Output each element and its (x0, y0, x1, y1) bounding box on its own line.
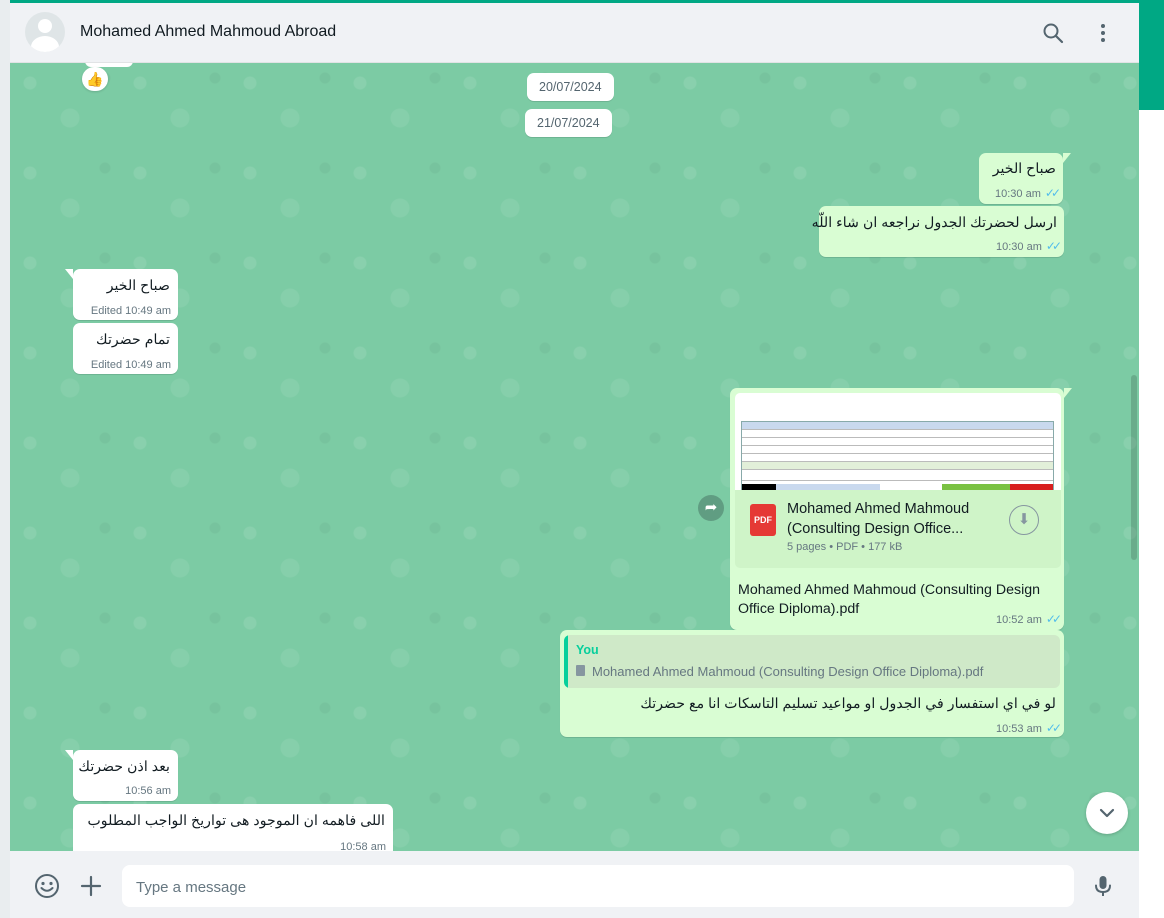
document-meta: 5 pages • PDF • 177 kB (787, 541, 903, 553)
date-chip: 20/07/2024 (527, 73, 614, 101)
preview-row (742, 462, 1053, 470)
message-time: 10:56 am (125, 785, 171, 797)
quoted-message[interactable]: You Mohamed Ahmed Mahmoud (Consulting De… (564, 635, 1060, 688)
message-bubble-incoming[interactable]: بعد اذن حضرتك 10:56 am (65, 750, 178, 801)
message-bubble-outgoing[interactable]: ارسل لحضرتك الجدول نراجعه ان شاء اللّه 1… (812, 206, 1064, 257)
message-text: اللى فاهمه ان الموجود هى تواريخ الواجب ا… (87, 813, 385, 829)
message-text: بعد اذن حضرتك (78, 759, 170, 775)
message-input[interactable] (134, 865, 1058, 909)
left-panel-edge (0, 0, 10, 918)
message-text: تمام حضرتك (95, 332, 170, 348)
chat-header[interactable]: Mohamed Ahmed Mahmoud Abroad (10, 3, 1139, 63)
scroll-to-bottom-button[interactable] (1086, 792, 1128, 834)
bubble-tail (65, 750, 73, 760)
message-time: 10:53 am (996, 723, 1042, 735)
pdf-icon: PDF (750, 504, 776, 536)
read-ticks-icon: ✓✓ (1045, 612, 1062, 626)
message-bubble-incoming[interactable]: اللى فاهمه ان الموجود هى تواريخ الواجب ا… (73, 804, 393, 851)
bubble-tail (65, 269, 73, 279)
preview-row (742, 454, 1053, 462)
document-preview-thumbnail[interactable] (735, 393, 1061, 490)
quote-accent-bar (564, 635, 568, 688)
message-time: 10:52 am (996, 614, 1042, 626)
message-input-wrapper[interactable] (122, 865, 1074, 909)
message-bubble-incoming[interactable]: تمام حضرتك Edited 10:49 am (73, 323, 178, 374)
attach-plus-icon[interactable] (78, 873, 104, 899)
reaction-badge[interactable]: 👍 (82, 67, 108, 91)
message-time: Edited 10:49 am (90, 305, 171, 317)
message-meta: 10:53 am ✓✓ (996, 721, 1062, 735)
message-time: 10:30 am (996, 241, 1042, 253)
bubble-tail (1064, 388, 1072, 398)
message-bubble-document[interactable]: PDF Mohamed Ahmed Mahmoud (Consulting De… (730, 388, 1072, 630)
search-icon[interactable] (1041, 21, 1065, 45)
avatar-body (31, 36, 59, 52)
preview-row (742, 446, 1053, 454)
forward-icon[interactable]: ➦ (698, 495, 724, 521)
caption-line: Office Diploma).pdf (738, 601, 860, 617)
composer-bar (10, 851, 1139, 918)
quote-text: Mohamed Ahmed Mahmoud (Consulting Design… (592, 664, 984, 679)
caption-line: Mohamed Ahmed Mahmoud (Consulting Design (738, 582, 1041, 598)
avatar[interactable] (25, 12, 65, 52)
chat-window: Mohamed Ahmed Mahmoud Abroad 👍 20/07/202… (10, 3, 1139, 918)
microphone-icon[interactable] (1090, 873, 1116, 899)
scrollbar-thumb[interactable] (1131, 375, 1137, 560)
message-text: ارسل لحضرتك الجدول نراجعه ان شاء اللّه (811, 215, 1057, 231)
message-bubble-incoming[interactable]: صباح الخير Edited 10:49 am (65, 269, 178, 320)
message-time: Edited 10:49 am (90, 359, 171, 371)
message-text: لو في اي استفسار في الجدول او مواعيد تسل… (640, 696, 1056, 712)
document-title-line: Mohamed Ahmed Mahmoud (787, 501, 970, 517)
message-meta: 10:30 am ✓✓ (996, 239, 1062, 253)
download-icon[interactable]: ⬇ (1009, 505, 1039, 535)
message-time: 10:30 am (995, 188, 1041, 200)
quote-author: You (576, 643, 599, 657)
message-text: صباح الخير (106, 278, 170, 294)
preview-row (742, 438, 1053, 446)
bubble-tail (1063, 153, 1071, 163)
contact-name[interactable]: Mohamed Ahmed Mahmoud Abroad (80, 23, 336, 41)
read-ticks-icon: ✓✓ (1044, 186, 1061, 200)
read-ticks-icon: ✓✓ (1045, 239, 1062, 253)
date-chip: 21/07/2024 (525, 109, 612, 137)
message-text: صباح الخير (992, 161, 1056, 177)
avatar-head (38, 19, 52, 33)
chevron-down-icon (1099, 808, 1115, 818)
document-title: Mohamed Ahmed Mahmoud (Consulting Design… (787, 499, 969, 539)
document-title-line: (Consulting Design Office... (787, 521, 964, 537)
right-panel-edge (1139, 0, 1164, 918)
document-card[interactable]: PDF Mohamed Ahmed Mahmoud (Consulting De… (735, 490, 1061, 568)
message-bubble-outgoing[interactable]: صباح الخير 10:30 am ✓✓ (979, 153, 1071, 204)
right-accent-block (1139, 0, 1164, 110)
message-time: 10:58 am (340, 841, 386, 851)
preview-row (742, 470, 1053, 481)
document-icon (576, 665, 585, 676)
message-meta: 10:30 am ✓✓ (995, 186, 1061, 200)
preview-row (742, 422, 1053, 430)
document-preview-sheet (741, 421, 1054, 490)
menu-icon[interactable] (1091, 21, 1115, 45)
preview-row (742, 430, 1053, 438)
message-meta: 10:52 am ✓✓ (996, 612, 1062, 626)
read-ticks-icon: ✓✓ (1045, 721, 1062, 735)
message-list[interactable]: 👍 20/07/2024 21/07/2024 صباح الخير 10:30… (10, 63, 1139, 851)
document-caption: Mohamed Ahmed Mahmoud (Consulting Design… (738, 581, 1040, 619)
message-bubble-reply[interactable]: You Mohamed Ahmed Mahmoud (Consulting De… (560, 630, 1064, 737)
emoji-icon[interactable] (34, 873, 60, 899)
